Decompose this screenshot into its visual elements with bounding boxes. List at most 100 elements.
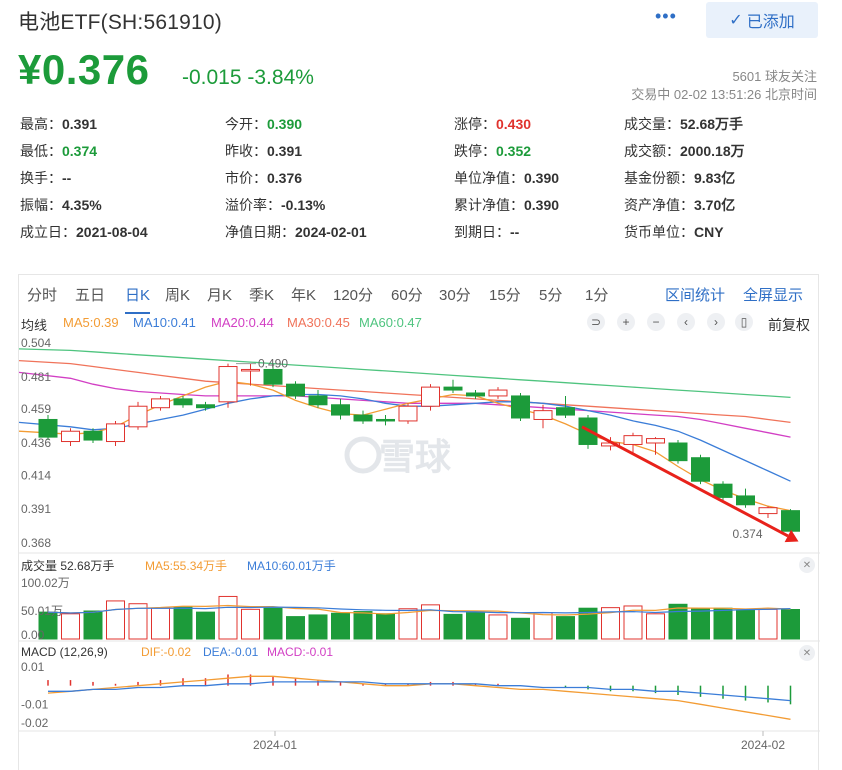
tab-12[interactable]: 1分 bbox=[585, 284, 608, 305]
watermark-icon bbox=[344, 436, 382, 474]
fund-title: 电池ETF(SH:561910) bbox=[18, 11, 222, 34]
candle-body bbox=[38, 418, 58, 438]
macd-close-icon[interactable]: ✕ bbox=[799, 645, 815, 661]
ma-line-ma5 bbox=[19, 380, 791, 512]
tab-5[interactable]: 季K bbox=[249, 284, 274, 305]
candle-body bbox=[128, 405, 148, 428]
volume-bar bbox=[443, 613, 463, 640]
stat-label: 今开： bbox=[225, 116, 267, 132]
check-icon: ✓ bbox=[729, 12, 743, 29]
volume-bar bbox=[128, 603, 148, 640]
stat-cell: 市价：0.376 bbox=[225, 168, 302, 188]
watermark-logo: 雪球 bbox=[379, 436, 452, 477]
volume-bar bbox=[691, 608, 710, 640]
reset-icon[interactable]: ⊃ bbox=[587, 313, 605, 331]
candle-body bbox=[488, 389, 508, 397]
ma-legend-item: MA5:0.39 bbox=[63, 315, 119, 330]
volume-bar bbox=[331, 612, 350, 640]
price-tick-label: 0.481 bbox=[21, 370, 51, 384]
zoom-out-icon[interactable]: − bbox=[647, 313, 665, 331]
candle-body bbox=[106, 423, 125, 443]
candle-body bbox=[533, 410, 553, 420]
price-change: -0.015 -3.84% bbox=[182, 66, 314, 89]
kline-chart-panel: 分时 五日 日K 周K 月K 季K 年K 120分 60分 30分 15分 5分 1分 区间统计 全屏显示 … bbox=[18, 274, 820, 770]
candle-body bbox=[353, 414, 373, 422]
candle-body bbox=[286, 383, 305, 397]
candle-body bbox=[758, 507, 778, 515]
tab-6[interactable]: 年K bbox=[291, 284, 316, 305]
kline-svg[interactable]: 雪球 0.504 0.481 0.459 0.436 0.414 0.391 0.368 0.4… bbox=[19, 275, 820, 770]
candle-body bbox=[713, 483, 733, 498]
stat-value: 0.374 bbox=[62, 143, 98, 159]
stat-value: 0.390 bbox=[524, 197, 560, 213]
volume-bar bbox=[488, 614, 508, 640]
tab-8[interactable]: 60分 bbox=[391, 284, 423, 305]
period-tabs: 分时 五日 日K 周K 月K 季K 年K 120分 60分 30分 15分 5分 1分 区间统计 全屏显示 bbox=[19, 275, 818, 314]
zoom-in-icon[interactable]: + bbox=[617, 313, 635, 331]
volume-bar bbox=[466, 612, 485, 640]
chevron-right-icon[interactable]: › bbox=[707, 313, 725, 331]
stat-label: 振幅： bbox=[20, 197, 62, 213]
price-tick-label: 0.459 bbox=[21, 402, 51, 416]
volume-ma10-line bbox=[47, 606, 791, 614]
stat-value: 0.391 bbox=[267, 143, 303, 159]
volume-bar bbox=[758, 608, 778, 640]
tab-2[interactable]: 日K bbox=[125, 284, 151, 314]
tab-7[interactable]: 120分 bbox=[333, 284, 373, 305]
macd-label: MACD (12,26,9) bbox=[21, 645, 108, 659]
macd-dif-line bbox=[47, 675, 791, 720]
more-icon[interactable]: ••• bbox=[655, 6, 677, 27]
candle-body bbox=[376, 418, 395, 422]
volume-bar bbox=[173, 606, 193, 640]
tab-9[interactable]: 30分 bbox=[439, 284, 471, 305]
ma-legend-item: MA20:0.44 bbox=[211, 315, 274, 330]
candle-body bbox=[466, 392, 485, 397]
volume-bar bbox=[83, 610, 103, 640]
fullscreen-link[interactable]: 全屏显示 bbox=[743, 284, 803, 305]
stat-value: -0.13% bbox=[281, 197, 326, 213]
candle-body bbox=[443, 386, 463, 391]
stat-cell: 成交额：2000.18万 bbox=[624, 141, 745, 161]
volume-bar bbox=[353, 611, 373, 640]
stat-label: 换手： bbox=[20, 170, 62, 186]
candle-body bbox=[691, 457, 710, 482]
candle-style-icon[interactable]: ▯ bbox=[735, 313, 753, 331]
stat-cell: 涨停：0.430 bbox=[454, 114, 531, 134]
stat-cell: 跌停：0.352 bbox=[454, 141, 531, 161]
stat-value: 2024-02-01 bbox=[295, 224, 367, 240]
volume-bar bbox=[263, 607, 283, 640]
stat-value: 52.68万手 bbox=[680, 116, 744, 132]
volume-bar bbox=[556, 616, 575, 640]
follow-label: 已添加 bbox=[746, 14, 795, 31]
candle-body bbox=[578, 417, 598, 445]
stat-label: 资产净值： bbox=[624, 197, 694, 213]
candle-body bbox=[83, 430, 103, 441]
volume-label: 成交量 52.68万手 bbox=[21, 559, 115, 573]
follow-button[interactable]: ✓ 已添加 bbox=[706, 2, 818, 38]
tab-10[interactable]: 15分 bbox=[489, 284, 521, 305]
volume-close-icon[interactable]: ✕ bbox=[799, 557, 815, 573]
volume-bar bbox=[578, 607, 598, 640]
candle-body bbox=[61, 430, 80, 443]
tab-4[interactable]: 月K bbox=[207, 284, 232, 305]
tab-0[interactable]: 分时 bbox=[27, 284, 57, 305]
candle-body bbox=[263, 368, 283, 385]
candle-body bbox=[151, 398, 170, 409]
tab-3[interactable]: 周K bbox=[165, 284, 190, 305]
ma-legend-item: MA60:0.47 bbox=[359, 315, 422, 330]
stat-cell: 基金份额：9.83亿 bbox=[624, 168, 735, 188]
volume-bar bbox=[106, 600, 125, 640]
tab-11[interactable]: 5分 bbox=[539, 284, 562, 305]
ma-legend-label: 均线 bbox=[21, 318, 48, 333]
ma-line-ma20 bbox=[19, 371, 791, 438]
stat-label: 成交量： bbox=[624, 116, 680, 132]
candle-body bbox=[556, 407, 575, 416]
stat-label: 成立日： bbox=[20, 224, 76, 240]
range-stats-link[interactable]: 区间统计 bbox=[665, 284, 725, 305]
volume-bar bbox=[533, 612, 553, 640]
chevron-left-icon[interactable]: ‹ bbox=[677, 313, 695, 331]
tab-1[interactable]: 五日 bbox=[75, 284, 105, 305]
adjust-mode-select[interactable]: 前复权 bbox=[768, 315, 810, 335]
volume-bar bbox=[376, 613, 395, 640]
ma-line-ma60 bbox=[19, 348, 791, 399]
